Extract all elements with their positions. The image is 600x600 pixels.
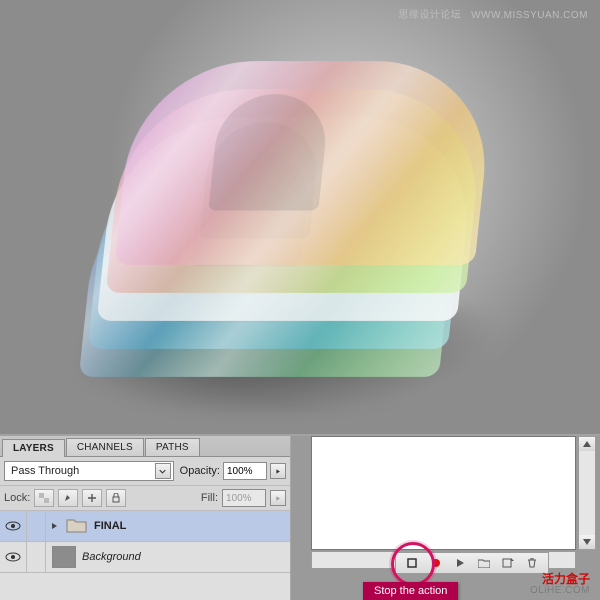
folder-icon bbox=[478, 558, 490, 568]
hero-watermark: 思缘设计论坛 WWW.MISSYUAN.COM bbox=[398, 6, 588, 21]
fill-input bbox=[222, 489, 266, 507]
vertical-scrollbar[interactable] bbox=[578, 436, 596, 550]
stop-icon bbox=[407, 558, 417, 568]
layer-list: FINAL Background bbox=[0, 511, 290, 600]
link-column bbox=[27, 542, 46, 572]
layer-background[interactable]: Background bbox=[0, 542, 290, 573]
blend-mode-value: Pass Through bbox=[11, 465, 79, 477]
lock-label: Lock: bbox=[4, 492, 30, 504]
opacity-flyout-icon[interactable] bbox=[270, 463, 286, 479]
play-icon bbox=[455, 558, 465, 568]
bottom-watermark-en: OLiHE.COM bbox=[530, 586, 590, 597]
panel-tabs: LAYERS CHANNELS PATHS bbox=[0, 436, 290, 457]
record-icon bbox=[431, 558, 441, 568]
lock-pixels-button[interactable] bbox=[58, 489, 78, 507]
visibility-toggle[interactable] bbox=[0, 511, 27, 541]
hero-figure: 思缘设计论坛 WWW.MISSYUAN.COM bbox=[0, 0, 600, 434]
hero-art bbox=[79, 48, 514, 378]
new-set-button[interactable] bbox=[478, 557, 490, 569]
visibility-toggle[interactable] bbox=[0, 542, 27, 572]
scroll-up-icon[interactable] bbox=[579, 437, 595, 451]
folder-icon bbox=[66, 516, 88, 536]
lock-position-button[interactable] bbox=[82, 489, 102, 507]
hero-watermark-url: WWW.MISSYUAN.COM bbox=[471, 10, 588, 21]
opacity-input[interactable] bbox=[223, 462, 267, 480]
fill-label: Fill: bbox=[201, 492, 218, 504]
opacity-label: Opacity: bbox=[180, 465, 220, 477]
record-action-button[interactable] bbox=[430, 557, 442, 569]
scroll-down-icon[interactable] bbox=[579, 535, 595, 549]
fill-flyout-icon bbox=[270, 490, 286, 506]
tab-layers[interactable]: LAYERS bbox=[2, 439, 65, 457]
stop-action-button[interactable] bbox=[406, 557, 418, 569]
bottom-watermark-cn: 活力盒子 bbox=[542, 573, 590, 586]
link-column bbox=[27, 511, 46, 541]
trash-icon bbox=[527, 558, 537, 568]
bottom-watermark: 活力盒子 OLiHE.COM bbox=[530, 573, 590, 596]
layer-name: Background bbox=[82, 551, 141, 563]
opacity-group: Opacity: bbox=[180, 462, 286, 480]
lock-row: Lock: Fill: bbox=[0, 486, 290, 511]
slab-layer-1 bbox=[115, 61, 496, 265]
document-pane: Stop the action 活力盒子 OLiHE.COM bbox=[291, 436, 600, 600]
document-canvas[interactable] bbox=[311, 436, 576, 550]
blend-mode-select[interactable]: Pass Through bbox=[4, 461, 174, 481]
lock-all-button[interactable] bbox=[106, 489, 126, 507]
play-action-button[interactable] bbox=[454, 557, 466, 569]
eye-icon bbox=[5, 552, 21, 562]
lock-transparency-button[interactable] bbox=[34, 489, 54, 507]
new-page-icon bbox=[502, 558, 514, 568]
layers-panel: LAYERS CHANNELS PATHS Pass Through Opaci… bbox=[0, 436, 291, 600]
actions-toolbar bbox=[395, 552, 549, 574]
tab-paths[interactable]: PATHS bbox=[145, 438, 200, 456]
eye-icon bbox=[5, 521, 21, 531]
chevron-down-icon bbox=[155, 463, 171, 479]
group-twisty[interactable] bbox=[50, 522, 60, 530]
blend-row: Pass Through Opacity: bbox=[0, 457, 290, 486]
delete-action-button[interactable] bbox=[526, 557, 538, 569]
layer-group-final[interactable]: FINAL bbox=[0, 511, 290, 542]
layer-thumbnail bbox=[52, 546, 76, 568]
new-action-button[interactable] bbox=[502, 557, 514, 569]
hero-watermark-cn: 思缘设计论坛 bbox=[398, 10, 461, 21]
lower-split: LAYERS CHANNELS PATHS Pass Through Opaci… bbox=[0, 434, 600, 600]
callout-label: Stop the action bbox=[363, 582, 458, 600]
layer-name: FINAL bbox=[94, 520, 126, 532]
tab-channels[interactable]: CHANNELS bbox=[66, 438, 144, 456]
